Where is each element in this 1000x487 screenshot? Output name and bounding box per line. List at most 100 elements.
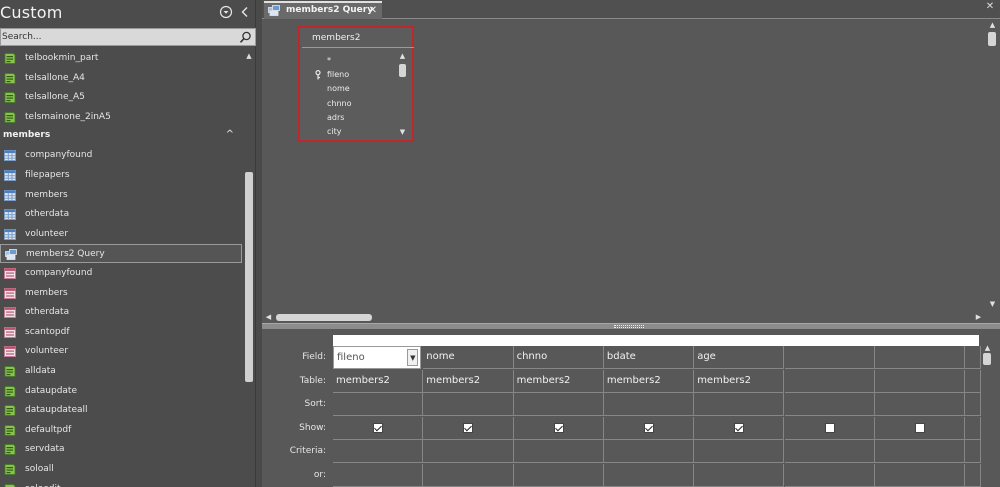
grid-or-cell[interactable]	[603, 464, 695, 487]
nav-item[interactable]: servdata	[0, 440, 242, 459]
nav-scroll-thumb[interactable]	[245, 172, 253, 382]
grid-table-cell[interactable]: members2	[603, 370, 695, 393]
nav-group-members[interactable]: members ^	[0, 126, 242, 144]
field-list-item[interactable]: nome	[327, 82, 397, 96]
grid-sort-cell[interactable]	[603, 393, 695, 416]
nav-title[interactable]: Custom	[0, 3, 63, 22]
field-list-item[interactable]: city	[327, 125, 397, 138]
field-list-scrollbar[interactable]: ▲ ▼	[398, 52, 407, 138]
grid-field-cell[interactable]: chnno	[513, 346, 604, 369]
grid-or-cell[interactable]	[333, 464, 424, 487]
grid-show-cell[interactable]	[874, 417, 966, 440]
grid-show-cell[interactable]	[423, 417, 514, 440]
grid-table-cell[interactable]	[874, 370, 966, 393]
field-list-item[interactable]: adrs	[327, 111, 397, 125]
nav-item[interactable]: soloedit	[0, 480, 242, 487]
nav-item[interactable]: members	[0, 186, 242, 205]
nav-menu-icon[interactable]	[218, 5, 234, 21]
field-list-title[interactable]: members2	[302, 28, 414, 48]
grid-criteria-cell[interactable]	[784, 440, 875, 463]
grid-show-cell[interactable]	[784, 417, 875, 440]
grid-table-cell[interactable]: members2	[333, 370, 424, 393]
grid-field-cell[interactable]: fileno ▼	[333, 346, 422, 369]
table-field-list[interactable]: members2 * fileno nome chnno adrs city ▲ ▼	[298, 26, 414, 142]
nav-item[interactable]: scantopdf	[0, 323, 242, 342]
upper-vertical-scrollbar[interactable]: ▲ ▼	[985, 20, 999, 312]
grid-or-cell[interactable]	[694, 464, 785, 487]
grid-field-cell[interactable]	[784, 346, 875, 369]
show-checkbox[interactable]	[734, 423, 745, 433]
grid-sort-cell[interactable]	[874, 393, 966, 416]
grid-show-cell[interactable]	[603, 417, 695, 440]
show-checkbox[interactable]	[643, 423, 654, 433]
grid-vscroll-thumb[interactable]	[983, 353, 991, 365]
pane-splitter[interactable]	[262, 323, 1000, 329]
grid-table-cell[interactable]	[784, 370, 875, 393]
column-selector-bar[interactable]	[333, 335, 979, 346]
field-list-item[interactable]: chnno	[327, 97, 397, 111]
grid-criteria-cell[interactable]	[603, 440, 695, 463]
show-checkbox[interactable]	[553, 423, 564, 433]
grid-field-cell[interactable]	[874, 346, 966, 369]
search-icon[interactable]	[239, 31, 252, 44]
grid-criteria-cell[interactable]	[333, 440, 424, 463]
collapse-group-icon[interactable]: ^	[226, 126, 234, 144]
grid-table-cell[interactable]: members2	[423, 370, 514, 393]
nav-item[interactable]: telsmainone_2inA5	[0, 108, 242, 127]
grid-criteria-cell[interactable]	[965, 440, 982, 463]
grid-criteria-cell[interactable]	[694, 440, 785, 463]
nav-item[interactable]: soloall	[0, 460, 242, 479]
grid-sort-cell[interactable]	[694, 393, 785, 416]
grid-or-cell[interactable]	[423, 464, 514, 487]
grid-field-cell[interactable]	[965, 346, 982, 369]
field-scroll-thumb[interactable]	[399, 64, 406, 77]
grid-or-cell[interactable]	[513, 464, 604, 487]
nav-item[interactable]: companyfound	[0, 264, 242, 283]
show-checkbox[interactable]	[914, 423, 925, 433]
grid-field-cell[interactable]: age	[694, 346, 785, 369]
nav-scrollbar[interactable]: ▲	[243, 48, 255, 487]
field-list-item[interactable]: *	[327, 54, 397, 68]
grid-or-cell[interactable]	[965, 464, 982, 487]
grid-sort-cell[interactable]	[423, 393, 514, 416]
collapse-pane-icon[interactable]	[237, 5, 253, 21]
grid-sort-cell[interactable]	[784, 393, 875, 416]
nav-item[interactable]: telbookmin_part	[0, 49, 242, 68]
grid-field-cell[interactable]: nome	[423, 346, 514, 369]
upper-vscroll-thumb[interactable]	[988, 32, 996, 46]
grid-show-cell[interactable]	[694, 417, 785, 440]
tab-close-icon[interactable]: ✕	[369, 3, 377, 18]
field-scroll-up-icon[interactable]: ▲	[398, 52, 407, 60]
grid-show-cell[interactable]	[333, 417, 424, 440]
nav-item[interactable]: members	[0, 284, 242, 303]
upper-hscroll-thumb[interactable]	[276, 314, 372, 321]
nav-item[interactable]: dataupdateall	[0, 401, 242, 420]
grid-or-cell[interactable]	[784, 464, 875, 487]
grid-criteria-cell[interactable]	[423, 440, 514, 463]
grid-field-cell[interactable]: bdate	[603, 346, 695, 369]
show-checkbox[interactable]	[373, 423, 383, 433]
grid-criteria-cell[interactable]	[874, 440, 966, 463]
grid-or-cell[interactable]	[874, 464, 966, 487]
grid-vertical-scrollbar[interactable]: ▲	[980, 344, 994, 487]
grid-table-cell[interactable]: members2	[694, 370, 785, 393]
grid-show-cell[interactable]	[965, 417, 982, 440]
grid-table-cell[interactable]: members2	[513, 370, 604, 393]
nav-item[interactable]: otherdata	[0, 205, 242, 224]
upper-scroll-down-icon[interactable]: ▼	[988, 300, 997, 309]
query-design-upper-pane[interactable]: members2 * fileno nome chnno adrs city ▲ ▼ ▲ …	[262, 20, 1000, 323]
field-scroll-down-icon[interactable]: ▼	[398, 128, 407, 136]
upper-scroll-left-icon[interactable]: ◀	[264, 313, 273, 322]
nav-item[interactable]: companyfound	[0, 146, 242, 165]
tab-members2-query[interactable]: members2 Query ✕	[264, 1, 382, 19]
scroll-up-arrow-icon[interactable]: ▲	[245, 52, 253, 60]
nav-item[interactable]: defaultpdf	[0, 421, 242, 440]
upper-horizontal-scrollbar[interactable]: ◀ ▶	[262, 312, 985, 323]
nav-item[interactable]: members2 Query	[0, 244, 242, 264]
grid-show-cell[interactable]	[513, 417, 604, 440]
grid-table-cell[interactable]	[965, 370, 982, 393]
nav-item[interactable]: volunteer	[0, 342, 242, 361]
nav-item[interactable]: dataupdate	[0, 382, 242, 401]
search-input[interactable]	[2, 30, 232, 44]
splitter-grip[interactable]	[614, 325, 644, 328]
